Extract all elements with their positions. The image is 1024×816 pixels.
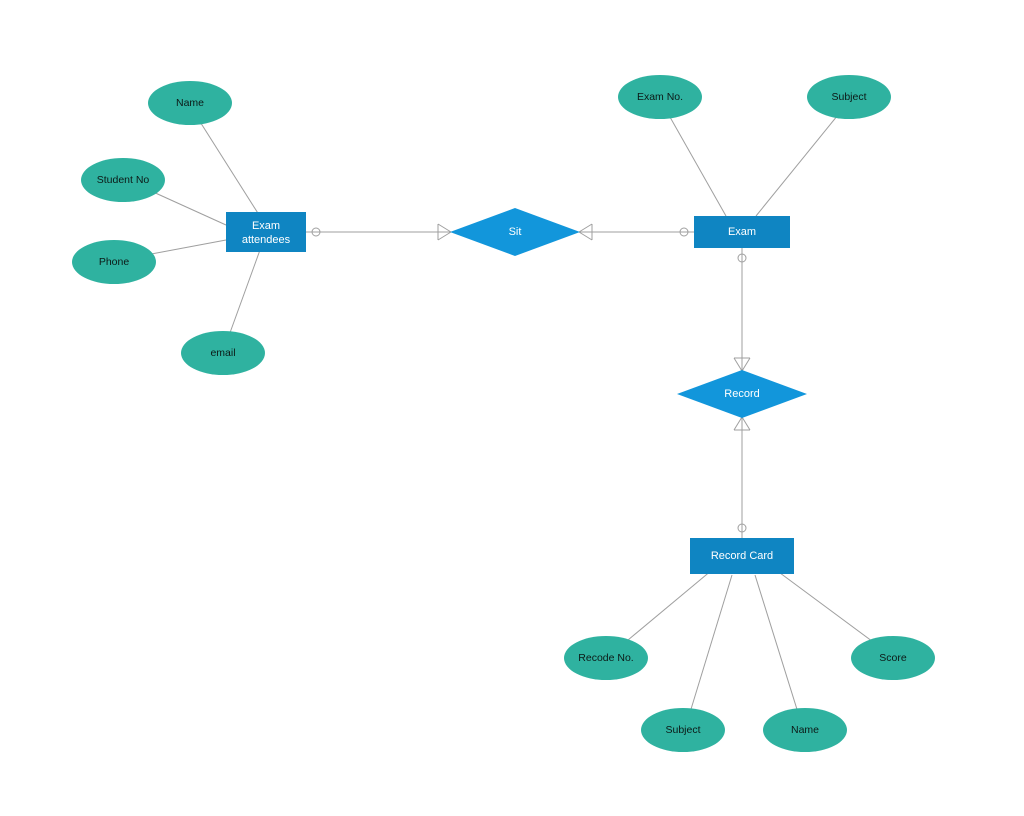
attr-rc-name: Name xyxy=(763,708,847,752)
line-rc-recodeno xyxy=(616,570,712,650)
attr-rc-subject-label: Subject xyxy=(665,724,700,736)
attr-ea-name-label: Name xyxy=(176,97,204,109)
line-rc-subject xyxy=(688,575,732,719)
attr-ea-phone: Phone xyxy=(72,240,156,284)
er-diagram-canvas: Name Student No Phone email Exam No. Sub… xyxy=(0,0,1024,816)
attr-rc-name-label: Name xyxy=(791,724,819,736)
attr-rc-subject: Subject xyxy=(641,708,725,752)
attr-rc-recodeno-label: Recode No. xyxy=(578,652,633,664)
line-ea-email xyxy=(227,250,260,341)
attr-ea-studentno: Student No xyxy=(81,158,165,202)
attr-rc-recodeno: Recode No. xyxy=(564,636,648,680)
attr-ea-studentno-label: Student No xyxy=(97,174,150,186)
attr-rc-score: Score xyxy=(851,636,935,680)
link-exam-record xyxy=(734,248,750,371)
relationship-sit-label: Sit xyxy=(509,226,522,238)
entity-record-card: Record Card xyxy=(690,538,794,574)
attr-ex-subject-label: Subject xyxy=(831,91,866,103)
entity-exam-attendees-label2: attendees xyxy=(242,234,291,246)
attr-ex-subject: Subject xyxy=(807,75,891,119)
link-attendees-sit xyxy=(306,224,451,240)
entity-exam-attendees: Exam attendees xyxy=(226,212,306,252)
line-ea-name xyxy=(197,117,261,218)
entity-record-card-label: Record Card xyxy=(711,550,773,562)
attr-ea-name: Name xyxy=(148,81,232,125)
line-rc-score xyxy=(776,570,884,650)
attr-ea-email-label: email xyxy=(210,347,235,359)
entity-exam: Exam xyxy=(694,216,790,248)
relationship-record: Record xyxy=(677,370,807,418)
relationship-record-label: Record xyxy=(724,388,759,400)
entity-exam-attendees-label1: Exam xyxy=(252,220,280,232)
attr-ex-examno-label: Exam No. xyxy=(637,91,683,103)
attr-rc-score-label: Score xyxy=(879,652,907,664)
attr-ex-examno: Exam No. xyxy=(618,75,702,119)
attr-ea-email: email xyxy=(181,331,265,375)
link-sit-exam xyxy=(579,224,694,240)
line-ex-subject xyxy=(756,110,842,216)
attr-ea-phone-label: Phone xyxy=(99,256,130,268)
line-rc-name xyxy=(755,575,800,719)
line-ex-examno xyxy=(666,110,726,216)
entity-exam-label: Exam xyxy=(728,226,756,238)
link-record-recordcard xyxy=(734,417,750,538)
relationship-sit: Sit xyxy=(450,208,580,256)
